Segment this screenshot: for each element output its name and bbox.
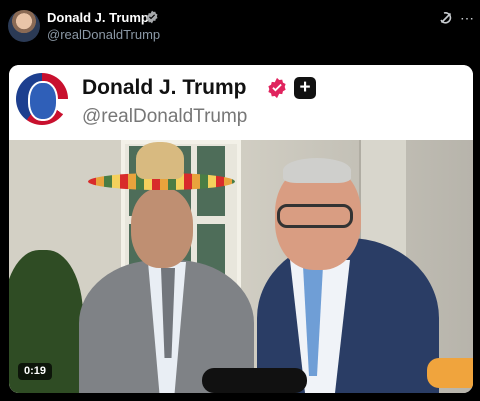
verified-badge-icon [146,10,158,24]
author-handle[interactable]: @realDonaldTrump [47,27,160,42]
truth-social-verified-icon [268,77,286,99]
embed-author-name: Donald J. Trump [82,76,247,99]
microphones [202,368,307,393]
plus-icon[interactable]: + [294,77,316,99]
eyeglasses [277,204,353,228]
embedded-truth-social-post[interactable]: Donald J. Trump + @realDonaldTrump 0:19 [9,65,473,393]
video-duration-badge: 0:19 [18,363,53,380]
author-name[interactable]: Donald J. Trump [47,10,149,25]
author-avatar[interactable] [8,10,40,42]
grok-icon[interactable] [438,10,454,26]
post-header: Donald J. Trump @realDonaldTrump ⋯ [0,0,480,60]
left-person-head [131,188,193,268]
embed-author-handle: @realDonaldTrump [82,106,248,127]
orange-object [427,358,473,388]
video-player[interactable]: 0:19 [9,140,473,393]
right-person-hair [283,158,351,183]
embed-header: Donald J. Trump + @realDonaldTrump [9,65,473,140]
embed-avatar [16,73,68,125]
sombrero-crown [136,142,184,179]
more-icon[interactable]: ⋯ [459,10,475,26]
